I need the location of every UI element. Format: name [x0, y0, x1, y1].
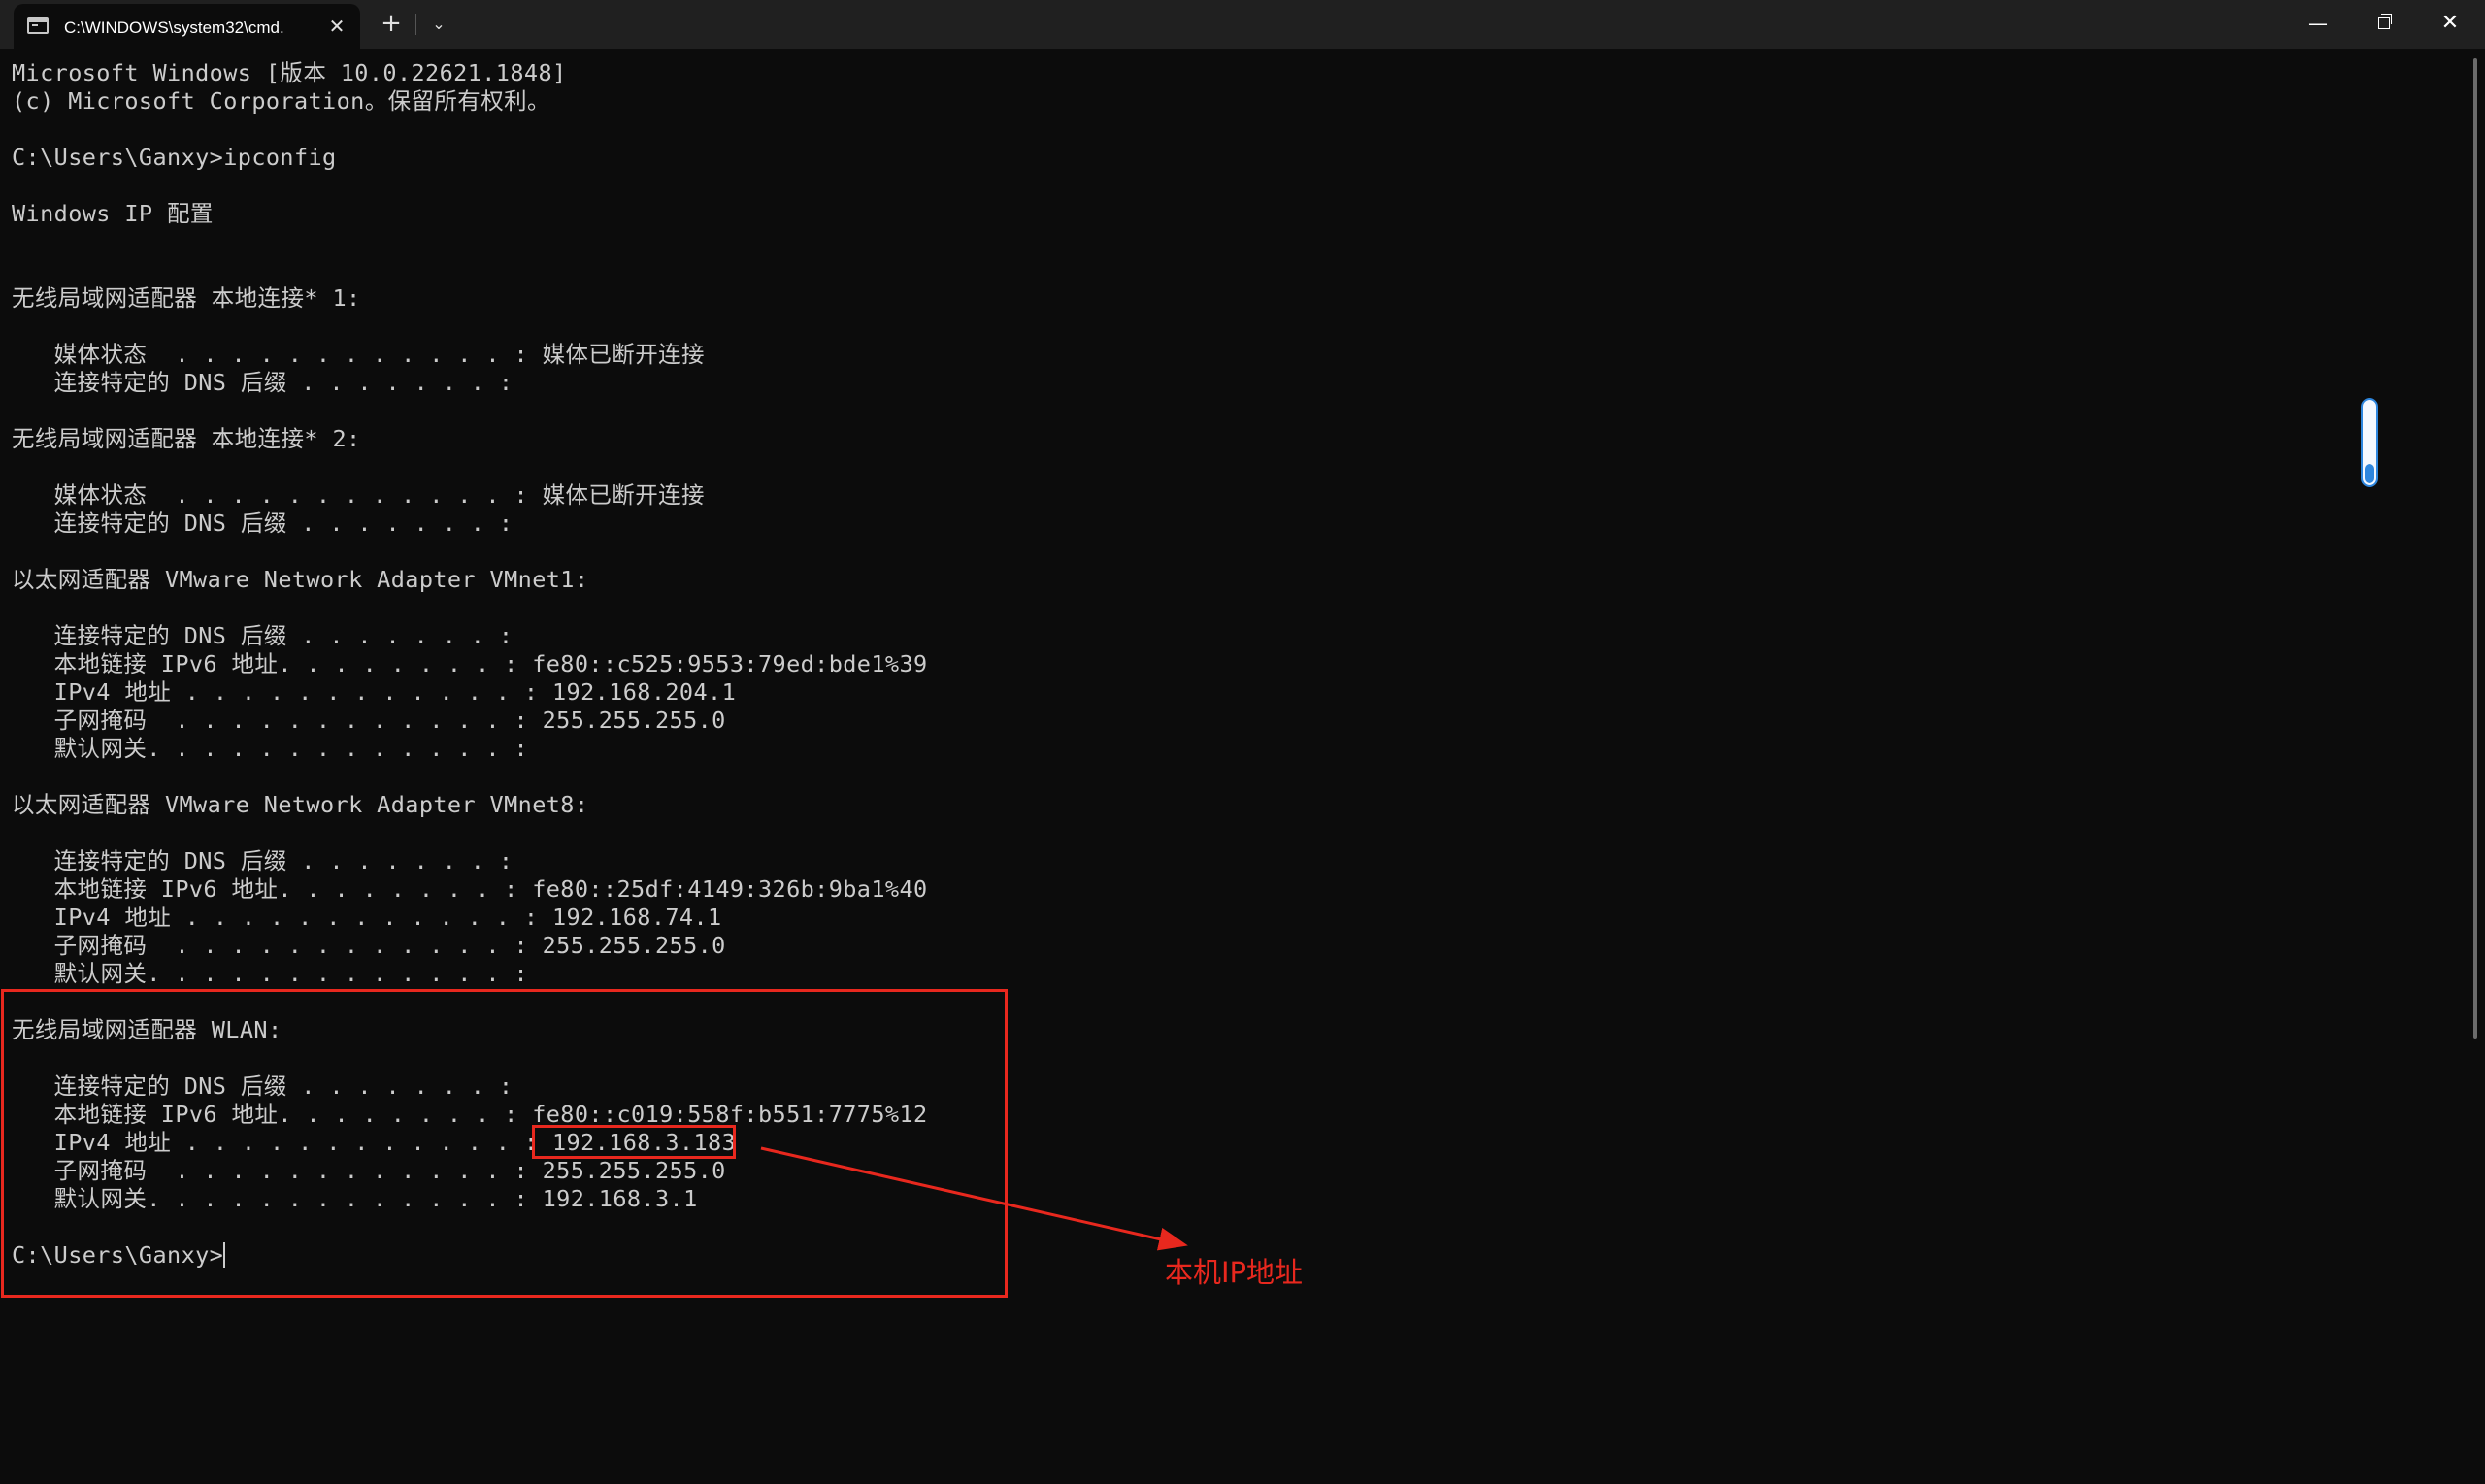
terminal-line: 本地链接 IPv6 地址. . . . . . . . : fe80::25df…: [12, 875, 928, 903]
tab-divider: [415, 14, 416, 35]
restore-icon: [2378, 14, 2392, 29]
ipv4-highlight-box: [532, 1125, 736, 1159]
terminal-tab[interactable]: C:\WINDOWS\system32\cmd. ✕: [14, 4, 360, 49]
tab-title: C:\WINDOWS\system32\cmd.: [64, 18, 284, 37]
minimize-button[interactable]: —: [2285, 0, 2351, 49]
terminal-line: 以太网适配器 VMware Network Adapter VMnet1:: [12, 566, 589, 593]
terminal-line: 默认网关. . . . . . . . . . . . . :: [12, 960, 529, 987]
terminal-line: 无线局域网适配器 本地连接* 2:: [12, 425, 361, 452]
terminal-line: 连接特定的 DNS 后缀 . . . . . . . :: [12, 369, 514, 396]
terminal-line: 连接特定的 DNS 后缀 . . . . . . . :: [12, 622, 514, 649]
cmd-icon: [27, 17, 49, 34]
terminal-line: Microsoft Windows [版本 10.0.22621.1848]: [12, 59, 567, 86]
restore-button[interactable]: [2351, 0, 2417, 49]
terminal-line: 媒体状态 . . . . . . . . . . . . : 媒体已断开连接: [12, 481, 705, 509]
scroll-indicator-icon: [2361, 398, 2378, 487]
annotation-label: 本机IP地址: [1165, 1256, 1304, 1289]
terminal-line: 无线局域网适配器 本地连接* 1:: [12, 284, 361, 312]
terminal-line: 子网掩码 . . . . . . . . . . . . : 255.255.2…: [12, 707, 726, 734]
terminal-line: 本地链接 IPv6 地址. . . . . . . . : fe80::c525…: [12, 650, 928, 677]
terminal-line: Windows IP 配置: [12, 200, 214, 227]
close-window-button[interactable]: ✕: [2417, 0, 2483, 49]
terminal-line: IPv4 地址 . . . . . . . . . . . . : 192.16…: [12, 904, 722, 931]
terminal-line: 媒体状态 . . . . . . . . . . . . : 媒体已断开连接: [12, 341, 705, 368]
terminal-line: 以太网适配器 VMware Network Adapter VMnet8:: [12, 791, 589, 818]
new-tab-button[interactable]: +: [374, 8, 409, 41]
terminal-line: IPv4 地址 . . . . . . . . . . . . : 192.16…: [12, 678, 737, 706]
title-bar: C:\WINDOWS\system32\cmd. ✕ + ⌄ — ✕: [0, 0, 2485, 49]
terminal-line: (c) Microsoft Corporation。保留所有权利。: [12, 87, 550, 115]
terminal-line: 连接特定的 DNS 后缀 . . . . . . . :: [12, 510, 514, 537]
terminal-line: 连接特定的 DNS 后缀 . . . . . . . :: [12, 847, 514, 874]
tab-close-button[interactable]: ✕: [322, 12, 351, 41]
terminal-line: 子网掩码 . . . . . . . . . . . . : 255.255.2…: [12, 932, 726, 959]
scrollbar-track[interactable]: [2473, 58, 2477, 1039]
terminal-line: C:\Users\Ganxy>ipconfig: [12, 144, 337, 171]
wlan-highlight-box: [1, 989, 1008, 1298]
terminal-line: 默认网关. . . . . . . . . . . . . :: [12, 735, 529, 762]
tab-dropdown-button[interactable]: ⌄: [421, 8, 456, 41]
